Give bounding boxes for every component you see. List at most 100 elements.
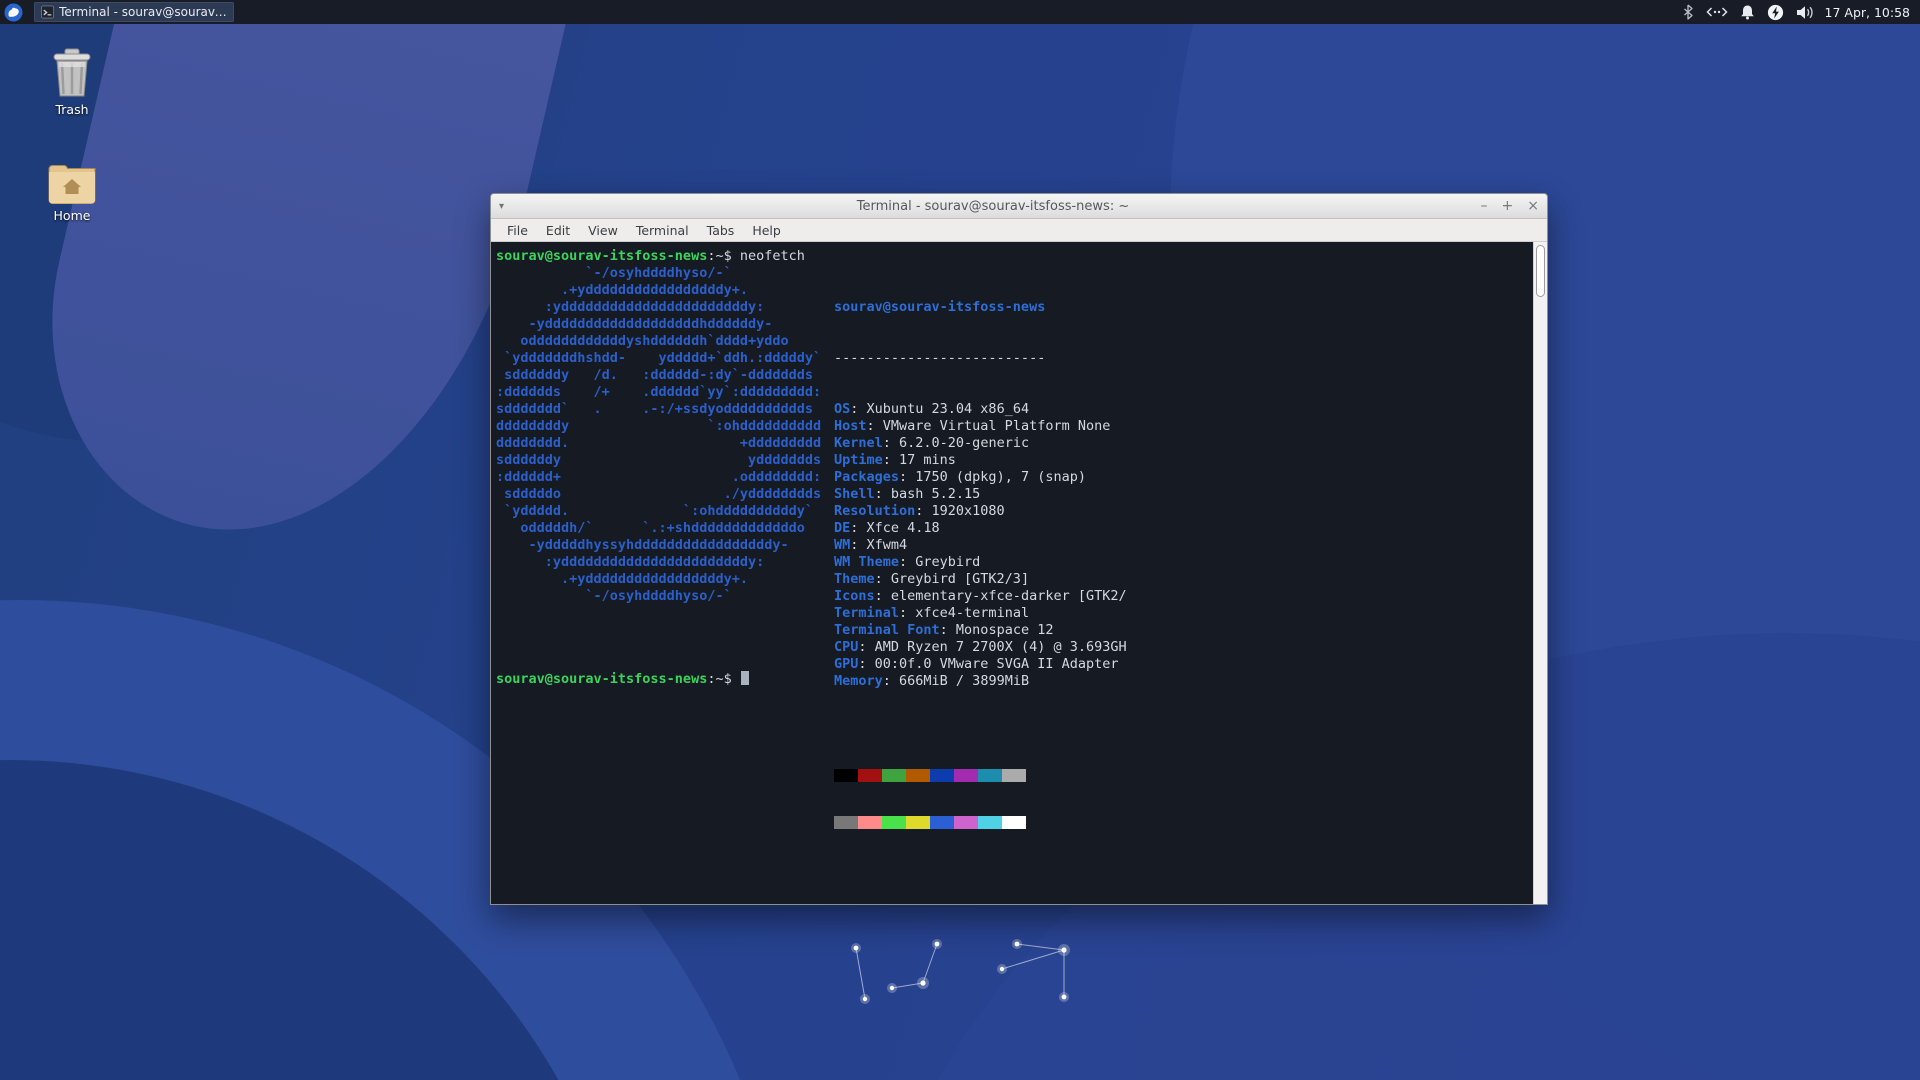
palette-color bbox=[954, 816, 978, 829]
info-line: Host: VMware Virtual Platform None bbox=[834, 418, 1127, 435]
neofetch-user-host: sourav@sourav-itsfoss-news bbox=[834, 299, 1046, 315]
info-line: Theme: Greybird [GTK2/3] bbox=[834, 571, 1127, 588]
terminal-content[interactable]: sourav@sourav-itsfoss-news:~$ neofetch `… bbox=[491, 242, 1547, 904]
palette-color bbox=[906, 816, 930, 829]
info-label: Theme bbox=[834, 571, 875, 587]
system-tray bbox=[1682, 4, 1825, 21]
info-label: GPU bbox=[834, 656, 859, 672]
info-value: : AMD Ryzen 7 2700X (4) @ 3.693GH bbox=[858, 639, 1127, 655]
info-line: Packages: 1750 (dpkg), 7 (snap) bbox=[834, 469, 1127, 486]
desktop-icon-trash[interactable]: Trash bbox=[34, 48, 110, 117]
xubuntu-logo-icon bbox=[4, 3, 22, 21]
info-line: Terminal: xfce4-terminal bbox=[834, 605, 1127, 622]
taskbar-window-label: Terminal - sourav@sourav-it... bbox=[59, 5, 227, 19]
palette-color bbox=[1002, 816, 1026, 829]
window-title: Terminal - sourav@sourav-itsfoss-news: ~ bbox=[856, 198, 1130, 214]
info-label: Kernel bbox=[834, 435, 883, 451]
palette-color bbox=[1002, 769, 1026, 782]
info-line: Terminal Font: Monospace 12 bbox=[834, 622, 1127, 639]
menu-file[interactable]: File bbox=[499, 221, 536, 240]
palette-color bbox=[978, 816, 1002, 829]
info-value: : Monospace 12 bbox=[939, 622, 1054, 638]
network-icon[interactable] bbox=[1705, 6, 1728, 18]
bluetooth-icon[interactable] bbox=[1682, 4, 1694, 20]
info-line: DE: Xfce 4.18 bbox=[834, 520, 1127, 537]
info-value: : elementary-xfce-darker [GTK2/ bbox=[874, 588, 1127, 604]
info-label: DE bbox=[834, 520, 851, 536]
trash-icon bbox=[34, 48, 110, 98]
palette-color bbox=[930, 816, 954, 829]
desktop-icon-label: Trash bbox=[55, 102, 89, 117]
terminal-cursor bbox=[740, 671, 749, 685]
terminal-icon bbox=[41, 5, 55, 19]
prompt-user: sourav@sourav-itsfoss-news bbox=[496, 248, 708, 264]
menu-bar: File Edit View Terminal Tabs Help bbox=[491, 219, 1547, 242]
info-label: WM bbox=[834, 537, 851, 553]
power-manager-icon[interactable] bbox=[1767, 4, 1784, 21]
info-value: : Greybird bbox=[899, 554, 981, 570]
info-label: Terminal Font bbox=[834, 622, 940, 638]
info-label: CPU bbox=[834, 639, 859, 655]
taskbar-window-button[interactable]: Terminal - sourav@sourav-it... bbox=[34, 2, 234, 22]
palette-color bbox=[978, 769, 1002, 782]
top-panel: Terminal - sourav@sourav-it... 17 Apr, 1… bbox=[0, 0, 1920, 24]
info-value: : Xfce 4.18 bbox=[850, 520, 940, 536]
menu-view[interactable]: View bbox=[580, 221, 626, 240]
info-value: : 6.2.0-20-generic bbox=[882, 435, 1030, 451]
scrollbar-thumb[interactable] bbox=[1536, 245, 1545, 297]
info-line: Shell: bash 5.2.15 bbox=[834, 486, 1127, 503]
maximize-button[interactable]: + bbox=[1502, 194, 1514, 219]
info-value: : bash 5.2.15 bbox=[874, 486, 981, 502]
panel-clock[interactable]: 17 Apr, 10:58 bbox=[1825, 5, 1920, 20]
info-line: OS: Xubuntu 23.04 x86_64 bbox=[834, 401, 1127, 418]
menu-terminal[interactable]: Terminal bbox=[628, 221, 697, 240]
menu-edit[interactable]: Edit bbox=[538, 221, 578, 240]
neofetch-info: sourav@sourav-itsfoss-news -------------… bbox=[834, 265, 1127, 897]
window-menu-arrow-icon[interactable]: ▾ bbox=[499, 201, 517, 212]
notifications-bell-icon[interactable] bbox=[1740, 4, 1755, 20]
info-label: WM Theme bbox=[834, 554, 900, 570]
info-label: Uptime bbox=[834, 452, 883, 468]
info-label: Memory bbox=[834, 673, 883, 689]
palette-color bbox=[858, 769, 882, 782]
info-label: Host bbox=[834, 418, 867, 434]
terminal-prompt-line-2: sourav@sourav-itsfoss-news:~$ bbox=[496, 671, 749, 688]
minimize-button[interactable]: – bbox=[1481, 194, 1488, 219]
info-value: : VMware Virtual Platform None bbox=[866, 418, 1111, 434]
typed-command: neofetch bbox=[739, 248, 805, 264]
applications-menu-button[interactable] bbox=[0, 0, 26, 24]
volume-icon[interactable] bbox=[1796, 5, 1815, 20]
palette-color bbox=[858, 816, 882, 829]
info-line: CPU: AMD Ryzen 7 2700X (4) @ 3.693GH bbox=[834, 639, 1127, 656]
home-folder-icon bbox=[34, 162, 110, 204]
palette-row-2 bbox=[834, 816, 1127, 829]
terminal-scrollbar[interactable] bbox=[1533, 242, 1547, 904]
info-value: : Greybird [GTK2/3] bbox=[874, 571, 1030, 587]
menu-help[interactable]: Help bbox=[744, 221, 789, 240]
menu-tabs[interactable]: Tabs bbox=[699, 221, 743, 240]
color-palette bbox=[834, 735, 1127, 863]
palette-color bbox=[906, 769, 930, 782]
info-line: WM: Xfwm4 bbox=[834, 537, 1127, 554]
neofetch-info-lines: OS: Xubuntu 23.04 x86_64 Host: VMware Vir… bbox=[834, 401, 1127, 690]
info-line: Memory: 666MiB / 3899MiB bbox=[834, 673, 1127, 690]
info-label: OS bbox=[834, 401, 851, 417]
window-titlebar[interactable]: ▾ Terminal - sourav@sourav-itsfoss-news:… bbox=[491, 194, 1547, 219]
close-button[interactable]: × bbox=[1527, 194, 1539, 219]
info-label: Packages bbox=[834, 469, 900, 485]
info-value: : Xfwm4 bbox=[850, 537, 908, 553]
desktop-icon-home[interactable]: Home bbox=[34, 162, 110, 223]
palette-color bbox=[882, 816, 906, 829]
info-label: Resolution bbox=[834, 503, 916, 519]
info-value: : 00:0f.0 VMware SVGA II Adapter bbox=[858, 656, 1119, 672]
info-line: Icons: elementary-xfce-darker [GTK2/ bbox=[834, 588, 1127, 605]
info-value: : 17 mins bbox=[882, 452, 956, 468]
info-line: Kernel: 6.2.0-20-generic bbox=[834, 435, 1127, 452]
info-label: Icons bbox=[834, 588, 875, 604]
neofetch-ascii-logo: `-/osyhddddhyso/-` .+ydddddddddddddddddy… bbox=[496, 265, 822, 604]
palette-color bbox=[834, 769, 858, 782]
terminal-window: ▾ Terminal - sourav@sourav-itsfoss-news:… bbox=[490, 193, 1548, 905]
palette-color bbox=[930, 769, 954, 782]
palette-color bbox=[834, 816, 858, 829]
prompt-user: sourav@sourav-itsfoss-news bbox=[496, 671, 708, 687]
